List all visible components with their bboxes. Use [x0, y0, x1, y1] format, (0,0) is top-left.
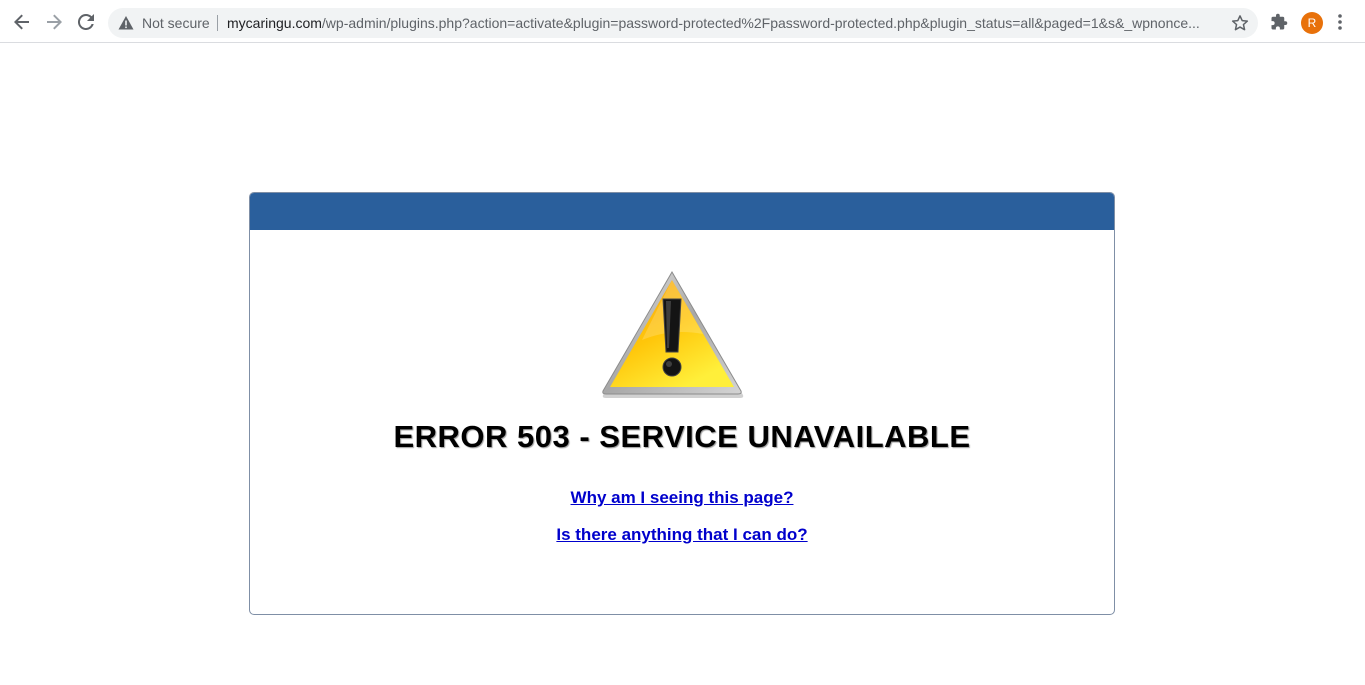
star-icon[interactable]	[1231, 14, 1249, 32]
forward-arrow-icon	[47, 14, 62, 30]
puzzle-icon[interactable]	[1270, 13, 1288, 31]
security-label[interactable]: Not secure	[142, 15, 210, 31]
profile-avatar[interactable]: R	[1301, 12, 1323, 34]
omnibox-separator	[217, 15, 218, 31]
error-panel: ERROR 503 - SERVICE UNAVAILABLE Why am I…	[249, 192, 1115, 615]
back-button[interactable]	[8, 8, 36, 36]
error-title: ERROR 503 - SERVICE UNAVAILABLE	[393, 419, 971, 454]
error-panel-header	[250, 193, 1114, 230]
url-text[interactable]: mycaringu.com/wp-admin/plugins.php?actio…	[227, 15, 1217, 31]
forward-button[interactable]	[40, 8, 68, 36]
url-host: mycaringu.com	[227, 15, 322, 31]
browser-toolbar: Not secure mycaringu.com/wp-admin/plugin…	[0, 0, 1365, 43]
url-path: /wp-admin/plugins.php?action=activate&pl…	[321, 15, 1200, 31]
what-can-i-do-link[interactable]: Is there anything that I can do?	[250, 525, 1114, 545]
address-bar[interactable]: Not secure mycaringu.com/wp-admin/plugin…	[108, 8, 1258, 38]
warning-sign-icon	[602, 271, 744, 398]
reload-icon	[78, 14, 94, 30]
warning-triangle-icon[interactable]	[118, 15, 134, 31]
back-arrow-icon	[14, 14, 29, 30]
reload-button[interactable]	[72, 8, 100, 36]
why-seeing-page-link[interactable]: Why am I seeing this page?	[250, 488, 1114, 508]
kebab-menu-icon[interactable]	[1338, 14, 1342, 30]
